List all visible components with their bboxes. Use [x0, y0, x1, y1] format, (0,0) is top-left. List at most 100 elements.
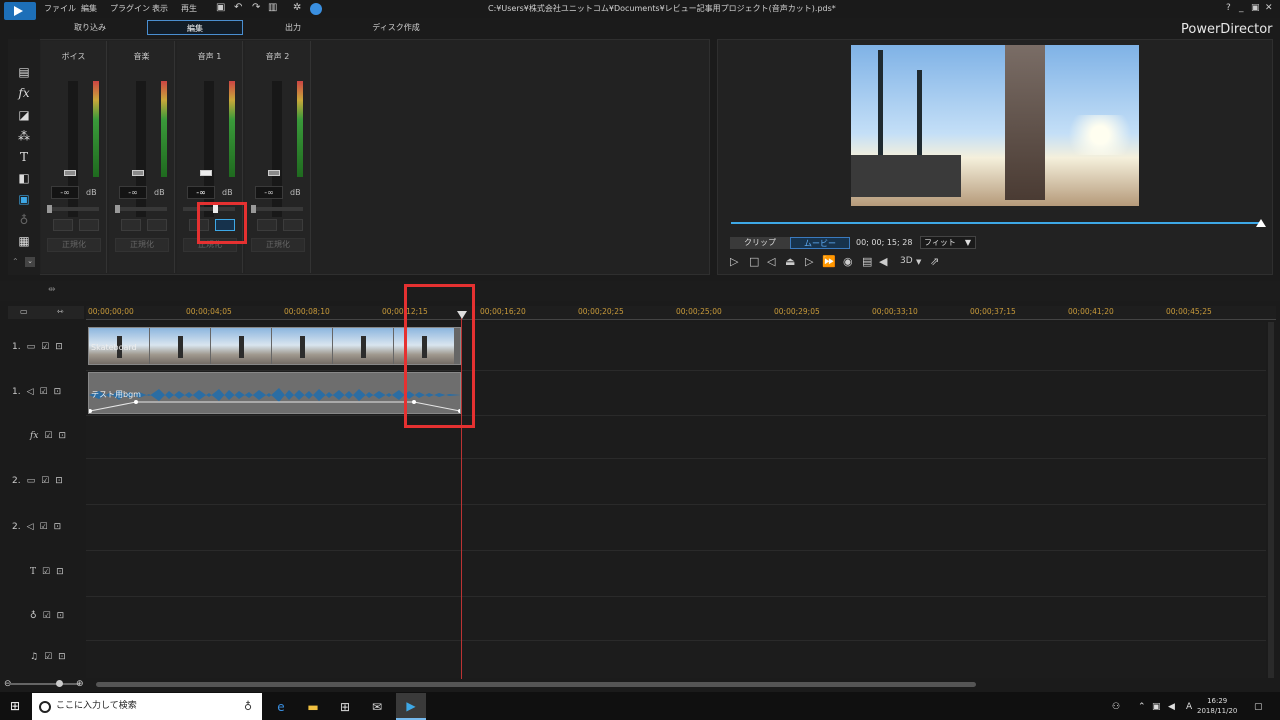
fade-in-button[interactable]: [121, 219, 141, 231]
lock-icon[interactable]: ⊡: [56, 567, 64, 577]
zoom-select[interactable]: フィット ▼: [920, 236, 976, 249]
snapshot-icon[interactable]: ◉: [843, 255, 853, 268]
timecode[interactable]: 00; 00; 15; 28: [856, 238, 912, 247]
fade-out-button[interactable]: [79, 219, 99, 231]
help-icon[interactable]: ?: [1226, 3, 1231, 13]
next-frame-icon[interactable]: ▷: [805, 255, 813, 268]
horizontal-scrollbar[interactable]: [96, 682, 976, 687]
menu-plugins[interactable]: プラグイン: [110, 3, 150, 14]
fx-room-icon[interactable]: fx: [16, 86, 32, 100]
tab-output[interactable]: 出力: [268, 20, 318, 35]
pan-knob[interactable]: [115, 205, 120, 213]
fade-in-button[interactable]: [257, 219, 277, 231]
voiceover-room-icon[interactable]: ♁: [16, 213, 32, 227]
particle-room-icon[interactable]: ⁂: [16, 129, 32, 143]
checkbox-icon[interactable]: ☑: [40, 387, 48, 397]
checkbox-icon[interactable]: ☑: [41, 342, 49, 352]
3d-button[interactable]: 3D: [900, 256, 913, 266]
lock-icon[interactable]: ⊡: [55, 476, 63, 486]
chevron-down-icon[interactable]: ▼: [916, 258, 921, 266]
fade-out-button[interactable]: [147, 219, 167, 231]
lock-icon[interactable]: ⊡: [55, 342, 63, 352]
seek-knob[interactable]: [1256, 219, 1266, 227]
transition-room-icon[interactable]: ◧: [16, 171, 32, 185]
tab-import[interactable]: 取り込み: [60, 20, 120, 35]
chevron-up-icon[interactable]: ⌃: [1138, 702, 1146, 712]
scroll-down-icon[interactable]: ⌄: [25, 257, 35, 267]
title-room-icon[interactable]: T: [16, 150, 32, 164]
lock-icon[interactable]: ⊡: [59, 431, 67, 441]
people-icon[interactable]: ⚇: [1112, 702, 1120, 712]
pan-slider[interactable]: [47, 205, 99, 213]
stop-icon[interactable]: □: [749, 255, 759, 268]
volume-fader-knob[interactable]: [268, 170, 280, 176]
normalize-button[interactable]: 正規化: [47, 238, 101, 252]
movie-mode-button[interactable]: ムービー: [790, 237, 850, 249]
pip-room-icon[interactable]: ◪: [16, 108, 32, 122]
save-icon[interactable]: ▣: [216, 2, 225, 13]
store-icon[interactable]: ⊞: [334, 697, 356, 717]
split-drag-icon[interactable]: ⇹: [48, 285, 56, 295]
windows-start-icon[interactable]: ⊞: [10, 699, 20, 713]
undock-icon[interactable]: ⇗: [930, 255, 939, 268]
volume-icon[interactable]: ◀: [879, 255, 887, 268]
ime-indicator[interactable]: A: [1186, 702, 1192, 712]
pan-slider[interactable]: [115, 205, 167, 213]
checkbox-icon[interactable]: ☑: [44, 652, 52, 662]
chapter-room-icon[interactable]: ▦: [16, 234, 32, 248]
network-icon[interactable]: ▣: [1152, 702, 1161, 712]
powerdirector-taskbar-icon[interactable]: ▶: [396, 693, 426, 720]
db-input[interactable]: -∞: [119, 186, 147, 199]
normalize-button[interactable]: 正規化: [251, 238, 305, 252]
vertical-scrollbar[interactable]: [1268, 322, 1274, 678]
tab-edit[interactable]: 編集: [147, 20, 243, 35]
checkbox-icon[interactable]: ☑: [43, 611, 51, 621]
zoom-slider[interactable]: [10, 683, 80, 685]
menu-edit[interactable]: 編集: [81, 3, 97, 14]
microphone-icon[interactable]: ♁: [244, 700, 252, 713]
volume-fader-knob[interactable]: [132, 170, 144, 176]
play-icon[interactable]: ▷: [730, 255, 738, 268]
menu-file[interactable]: ファイル: [44, 3, 76, 14]
preview-seekbar[interactable]: [731, 222, 1261, 224]
timeline-view-icon[interactable]: ▭: [20, 307, 28, 316]
layout-icon[interactable]: ▥: [268, 2, 277, 13]
lock-icon[interactable]: ⊡: [58, 652, 66, 662]
checkbox-icon[interactable]: ☑: [40, 522, 48, 532]
fade-in-button[interactable]: [53, 219, 73, 231]
storyboard-view-icon[interactable]: ⇿: [57, 307, 64, 316]
taskbar-search-input[interactable]: ここに入力して検索: [32, 693, 262, 720]
normalize-button[interactable]: 正規化: [115, 238, 169, 252]
lock-icon[interactable]: ⊡: [54, 387, 62, 397]
volume-fader-knob[interactable]: [64, 170, 76, 176]
menu-play[interactable]: 再生: [181, 3, 197, 14]
checkbox-icon[interactable]: ☑: [42, 567, 50, 577]
checkbox-icon[interactable]: ☑: [41, 476, 49, 486]
lock-icon[interactable]: ⊡: [57, 611, 65, 621]
settings-icon[interactable]: ✲: [293, 2, 301, 13]
subtitle-icon[interactable]: ▤: [862, 255, 872, 268]
db-input[interactable]: -∞: [51, 186, 79, 199]
close-icon[interactable]: ✕: [1265, 3, 1273, 13]
volume-fader-knob[interactable]: [200, 170, 212, 176]
split-icon[interactable]: ⏏: [785, 255, 795, 268]
notification-icon[interactable]: ▢: [1254, 702, 1263, 712]
undo-icon[interactable]: ↶: [234, 2, 242, 13]
pan-knob[interactable]: [47, 205, 52, 213]
db-input[interactable]: -∞: [255, 186, 283, 199]
restore-icon[interactable]: ▣: [1251, 3, 1260, 13]
taskbar-clock[interactable]: 16:29 2018/11/20: [1197, 696, 1237, 716]
checkbox-icon[interactable]: ☑: [44, 431, 52, 441]
zoom-knob[interactable]: [56, 680, 63, 687]
db-input[interactable]: -∞: [187, 186, 215, 199]
mail-icon[interactable]: ✉: [366, 697, 388, 717]
file-explorer-icon[interactable]: ▬: [302, 697, 324, 717]
redo-icon[interactable]: ↷: [252, 2, 260, 13]
clip-mode-button[interactable]: クリップ: [730, 237, 790, 249]
tab-disc[interactable]: ディスク作成: [366, 20, 426, 35]
media-room-icon[interactable]: ▤: [16, 65, 32, 79]
pan-knob[interactable]: [251, 205, 256, 213]
prev-frame-icon[interactable]: ◁: [767, 255, 775, 268]
scroll-up-icon[interactable]: ⌃: [12, 257, 19, 266]
zoom-in-icon[interactable]: ⊕: [76, 679, 84, 689]
